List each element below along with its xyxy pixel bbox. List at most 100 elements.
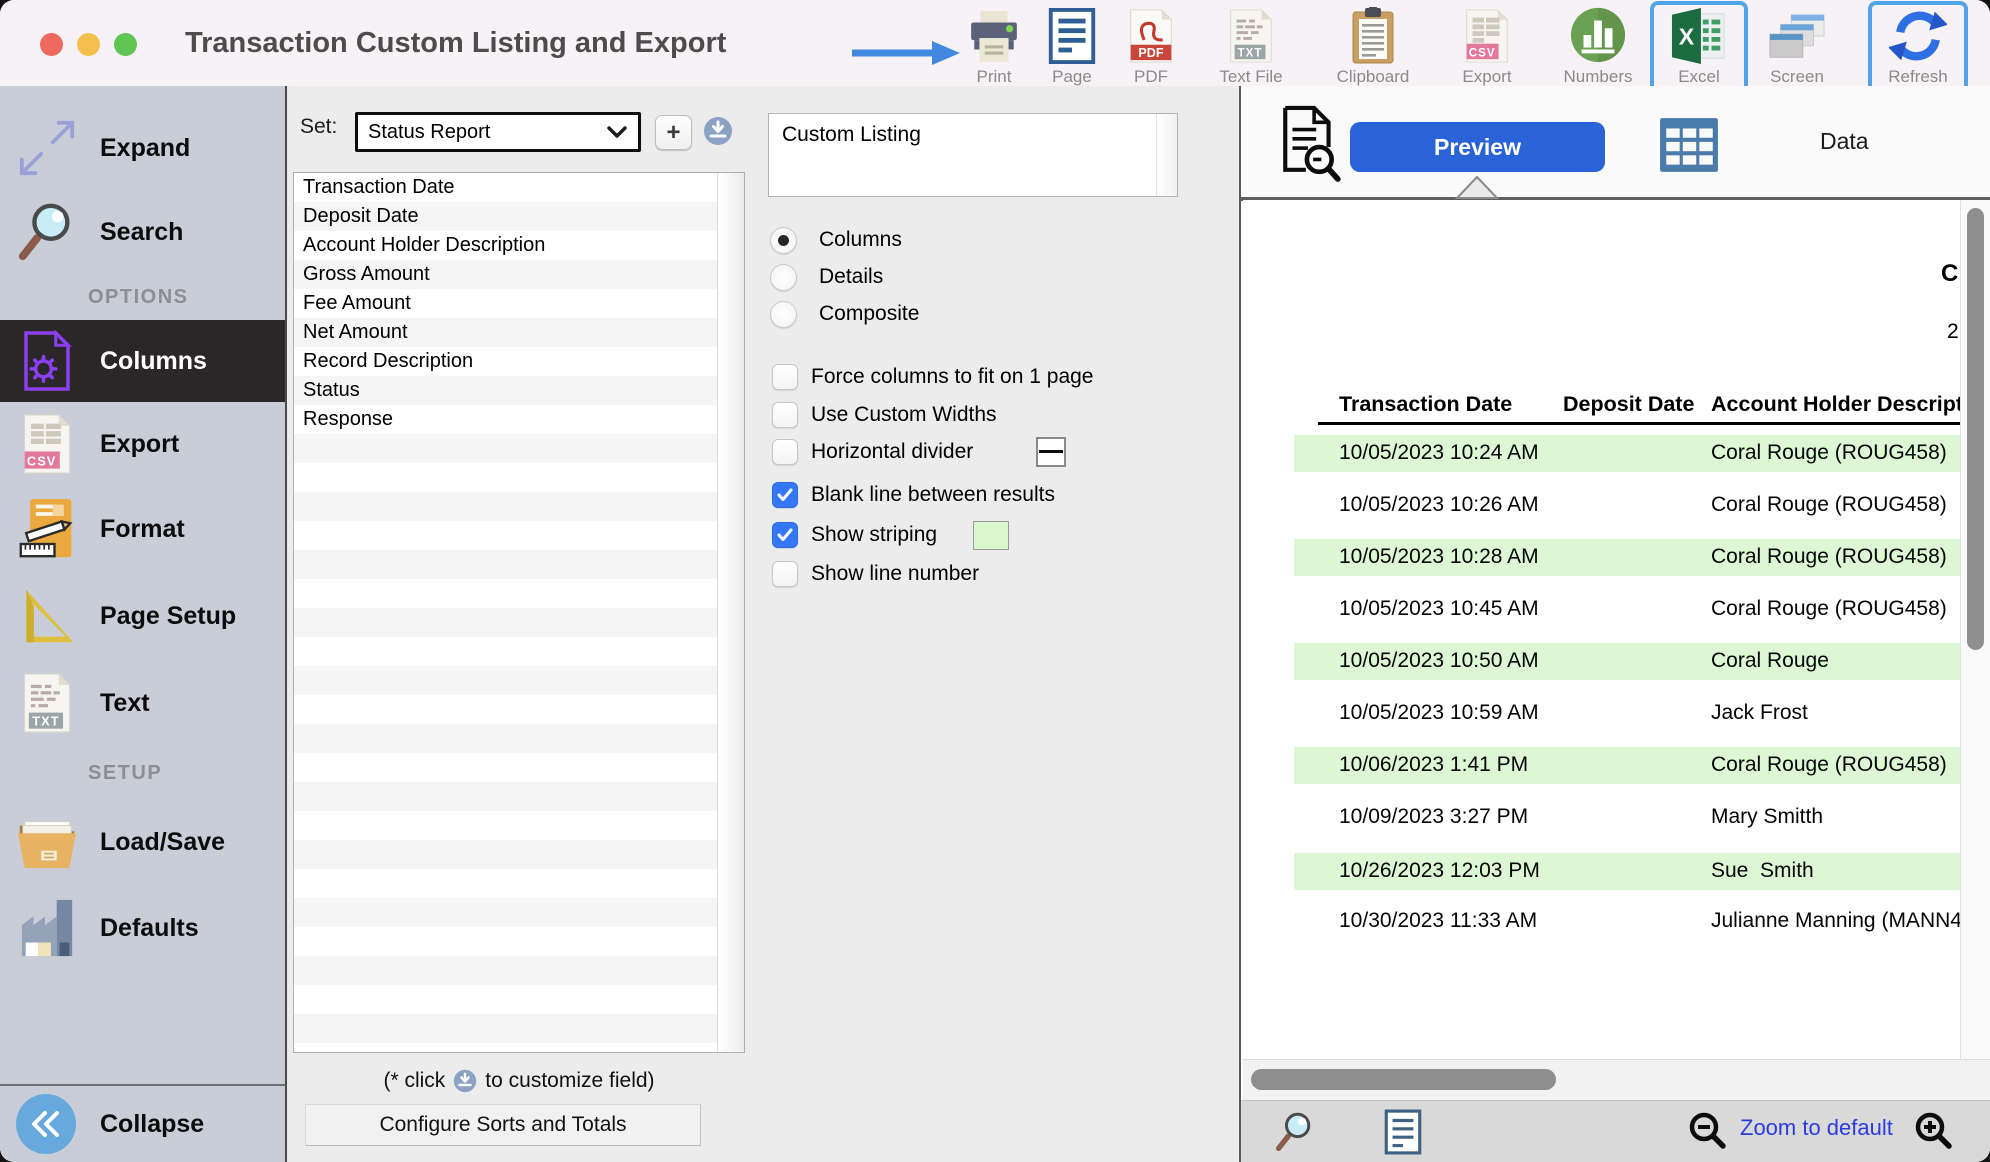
striping-color-swatch[interactable] xyxy=(973,521,1009,550)
sidebar-item-page-setup[interactable]: Page Setup xyxy=(0,572,285,660)
minimize-window-button[interactable] xyxy=(77,33,100,56)
active-tab-caret xyxy=(1455,175,1499,199)
csv-export-button[interactable]: CSV Export xyxy=(1449,7,1525,87)
horizontal-divider-style-button[interactable] xyxy=(1036,437,1066,467)
sidebar-item-export[interactable]: CSV Export xyxy=(0,402,285,486)
header-rule xyxy=(1318,422,1960,425)
radio-composite[interactable]: Composite xyxy=(770,299,919,329)
sidebar-item-search[interactable]: Search xyxy=(0,190,285,274)
checkbox-checked[interactable] xyxy=(772,482,798,508)
columns-gear-document-icon xyxy=(14,330,80,392)
page-button[interactable]: Page xyxy=(1040,7,1104,87)
zoom-out-icon[interactable] xyxy=(1688,1111,1728,1156)
sidebar-item-load-save[interactable]: Load/Save xyxy=(0,800,285,884)
search-icon[interactable] xyxy=(1274,1110,1316,1159)
txt-file-icon: TXT xyxy=(14,672,80,734)
field-list-item[interactable]: Status xyxy=(294,376,744,405)
checkbox-unchecked[interactable] xyxy=(772,561,798,587)
table-row: 10/06/2023 1:41 PM xyxy=(1339,753,1528,777)
customize-hint: (* click to customize field) xyxy=(293,1064,745,1098)
format-document-icon xyxy=(14,497,80,561)
numbers-export-button[interactable]: Numbers xyxy=(1550,7,1646,87)
field-list-item[interactable]: Fee Amount xyxy=(294,289,744,318)
checkbox-horizontal-divider[interactable]: Horizontal divider xyxy=(772,437,973,467)
checkbox-show-striping[interactable]: Show striping xyxy=(772,520,937,550)
txt-file-icon: TXT xyxy=(1228,7,1274,64)
table-row: 10/05/2023 10:24 AM xyxy=(1339,441,1539,465)
field-list[interactable]: Transaction Date Deposit Date Account Ho… xyxy=(293,172,745,1053)
table-row: Mary Smitth xyxy=(1711,805,1823,829)
radio-details[interactable]: Details xyxy=(770,262,883,292)
field-list-item[interactable]: Record Description xyxy=(294,347,744,376)
scrollbar-thumb[interactable] xyxy=(1967,208,1984,650)
document-magnifier-icon xyxy=(1277,104,1343,189)
checkbox-unchecked[interactable] xyxy=(772,402,798,428)
refresh-button[interactable]: Refresh xyxy=(1874,7,1962,87)
radio-button[interactable] xyxy=(770,301,797,328)
checkbox-checked[interactable] xyxy=(772,522,798,548)
sidebar-item-defaults[interactable]: Defaults xyxy=(0,884,285,972)
sidebar-item-columns[interactable]: Columns xyxy=(0,320,285,402)
table-row: Jack Frost xyxy=(1711,701,1808,725)
preview-panel: Preview Data C 2 Transaction Da xyxy=(1241,86,1990,1162)
radio-button-selected[interactable] xyxy=(770,227,797,254)
print-button[interactable]: Print xyxy=(958,7,1030,87)
field-list-item[interactable]: Gross Amount xyxy=(294,260,744,289)
close-window-button[interactable] xyxy=(40,33,63,56)
collapse-button[interactable] xyxy=(16,1094,76,1154)
svg-text:PDF: PDF xyxy=(1138,46,1163,60)
sidebar-item-format[interactable]: Format xyxy=(0,486,285,572)
customize-field-button[interactable] xyxy=(703,116,733,146)
sidebar-item-text[interactable]: TXT Text xyxy=(0,660,285,746)
listing-name-input[interactable]: Custom Listing xyxy=(768,113,1178,197)
page-icon xyxy=(1047,7,1097,64)
table-row: 10/30/2023 11:33 AM xyxy=(1339,909,1537,933)
listing-input-scrollbar[interactable] xyxy=(1156,114,1177,196)
field-list-item[interactable]: Transaction Date xyxy=(294,173,744,202)
zoom-to-default-link[interactable]: Zoom to default xyxy=(1740,1115,1893,1141)
set-dropdown[interactable]: Status Report xyxy=(355,112,641,152)
search-icon xyxy=(14,200,80,264)
excel-export-button[interactable]: X Excel xyxy=(1656,7,1742,87)
checkbox-unchecked[interactable] xyxy=(772,364,798,390)
preview-vertical-scrollbar[interactable] xyxy=(1960,200,1990,1059)
add-set-button[interactable]: + xyxy=(655,115,692,150)
title-bar: Transaction Custom Listing and Export Pr… xyxy=(0,0,1990,87)
field-list-item[interactable]: Response xyxy=(294,405,744,434)
window-title: Transaction Custom Listing and Export xyxy=(185,0,726,86)
report-preview[interactable]: C 2 Transaction Date Deposit Date Accoun… xyxy=(1243,200,1960,1059)
preview-horizontal-scrollbar[interactable] xyxy=(1243,1059,1990,1100)
table-row: Coral Rouge (ROUG458) xyxy=(1711,441,1947,465)
text-view-icon[interactable] xyxy=(1384,1109,1422,1160)
checkbox-blank-line[interactable]: Blank line between results xyxy=(772,480,1055,510)
clipboard-copy-button[interactable]: Clipboard xyxy=(1321,7,1425,87)
field-list-scrollbar[interactable] xyxy=(717,173,744,1052)
text-file-export-button[interactable]: TXT Text File xyxy=(1204,7,1298,87)
scrollbar-thumb[interactable] xyxy=(1251,1069,1556,1090)
sidebar-item-expand[interactable]: Expand xyxy=(0,106,285,190)
checkbox-show-line-number[interactable]: Show line number xyxy=(772,559,979,589)
preview-bottom-toolbar: Zoom to default xyxy=(1241,1100,1990,1162)
screen-output-button[interactable]: Screen xyxy=(1757,7,1837,87)
table-row: Coral Rouge (ROUG458) xyxy=(1711,545,1947,569)
csv-file-icon: CSV xyxy=(1464,7,1510,64)
tab-preview[interactable]: Preview xyxy=(1350,122,1605,172)
radio-button[interactable] xyxy=(770,264,797,291)
zoom-in-icon[interactable] xyxy=(1914,1111,1954,1156)
pdf-export-button[interactable]: PDF PDF xyxy=(1119,7,1183,87)
pointer-arrow-icon xyxy=(850,40,962,66)
checkbox-unchecked[interactable] xyxy=(772,439,798,465)
excel-icon: X xyxy=(1669,7,1729,64)
checkbox-custom-widths[interactable]: Use Custom Widths xyxy=(772,400,997,430)
field-list-item[interactable]: Net Amount xyxy=(294,318,744,347)
field-list-item[interactable]: Account Holder Description xyxy=(294,231,744,260)
set-label: Set: xyxy=(300,115,337,139)
configure-sorts-totals-button[interactable]: Configure Sorts and Totals xyxy=(305,1104,701,1146)
field-list-item[interactable]: Deposit Date xyxy=(294,202,744,231)
radio-columns[interactable]: Columns xyxy=(770,225,902,255)
sidebar-section-setup: SETUP xyxy=(0,746,285,800)
checkbox-force-columns[interactable]: Force columns to fit on 1 page xyxy=(772,362,1094,392)
tab-data[interactable]: Data xyxy=(1820,128,1869,155)
check-icon xyxy=(777,528,793,542)
zoom-window-button[interactable] xyxy=(114,33,137,56)
